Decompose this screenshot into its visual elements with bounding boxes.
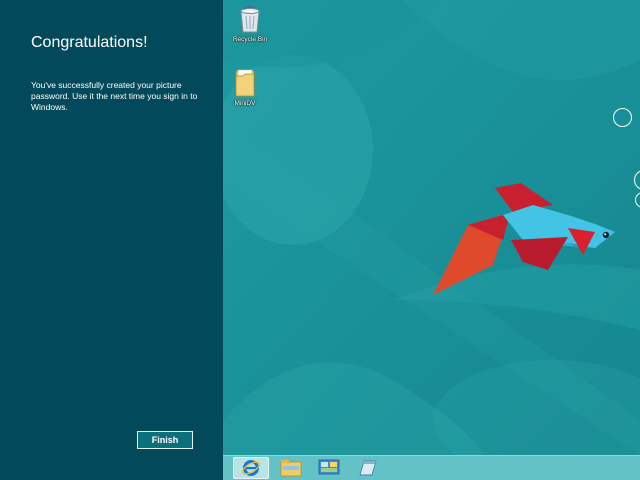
taskbar-file-explorer-button[interactable] <box>273 457 309 479</box>
file-explorer-icon <box>280 460 302 477</box>
desktop: Recycle Bin MiniDV <box>223 0 640 455</box>
minidv-label: MiniDV <box>234 100 256 107</box>
recycle-bin-desktop-icon[interactable]: Recycle Bin <box>225 4 275 43</box>
taskbar-notepad-button[interactable] <box>350 457 386 479</box>
gesture-circle-1 <box>613 108 632 127</box>
page-title: Congratulations! <box>31 34 148 51</box>
wallpaper-image <box>223 0 640 455</box>
finish-button[interactable]: Finish <box>137 431 193 449</box>
recycle-bin-label: Recycle Bin <box>232 36 268 43</box>
minidv-desktop-icon[interactable]: MiniDV <box>223 68 270 107</box>
internet-explorer-icon <box>241 460 261 476</box>
folder-icon <box>235 69 255 97</box>
notepad-icon <box>359 460 377 476</box>
recycle-bin-icon <box>240 5 260 33</box>
taskbar <box>223 455 640 480</box>
success-message: You've successfully created your picture… <box>31 80 198 112</box>
control-panel-icon <box>318 459 340 475</box>
picture-password-panel: Congratulations! You've successfully cre… <box>0 0 223 480</box>
taskbar-control-panel-button[interactable] <box>311 457 347 479</box>
taskbar-internet-explorer-button[interactable] <box>233 457 269 479</box>
